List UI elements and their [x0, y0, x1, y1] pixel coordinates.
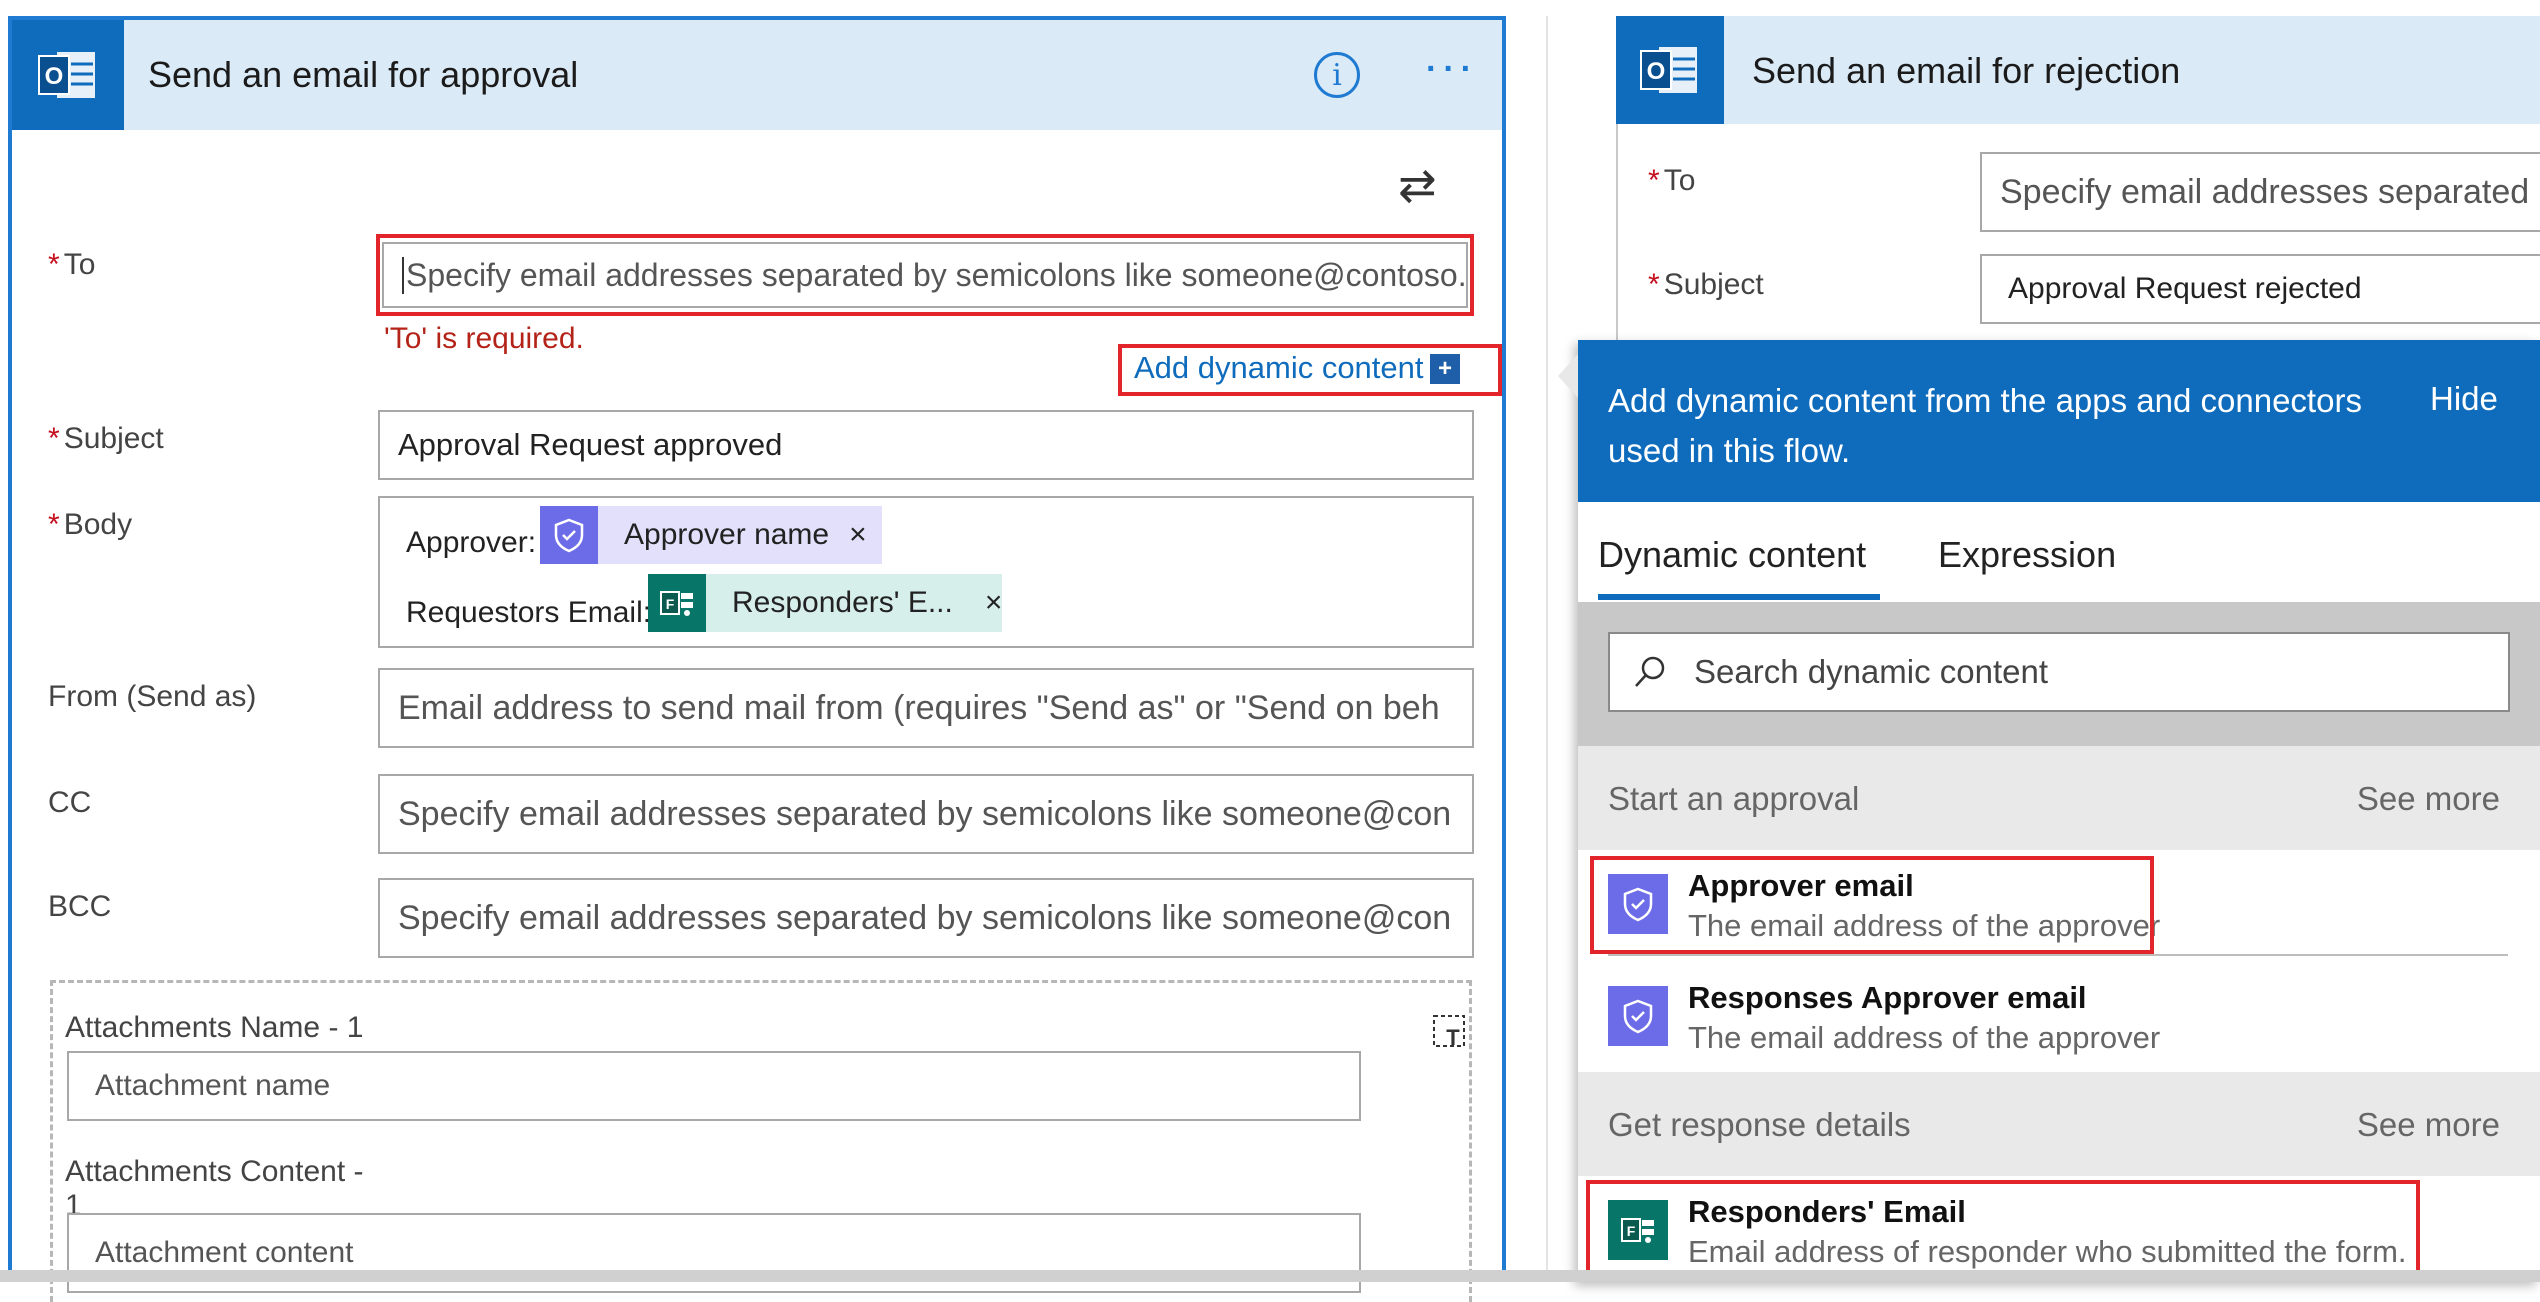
section-get-response-details: Get response details See more	[1578, 1072, 2540, 1176]
tab-expression[interactable]: Expression	[1938, 534, 2116, 576]
cc-label: CC	[48, 786, 92, 819]
close-icon[interactable]: ×	[849, 518, 867, 552]
attachment-name-label: Attachments Name - 1	[65, 1011, 364, 1044]
approval-email-card: O Send an email for approval i ··· ⇄ * To…	[8, 16, 1506, 1302]
attachment-name-input[interactable]: Attachment name	[67, 1051, 1361, 1121]
responders-email-token[interactable]: F Responders' E... ×	[648, 574, 1002, 632]
card-title: Send an email for approval	[148, 54, 579, 95]
dynamic-item-responses-approver-email[interactable]: Responses Approver email The email addre…	[1578, 962, 2540, 1074]
add-dynamic-content-link[interactable]: Add dynamic content	[1134, 350, 1424, 386]
subject-input[interactable]: Approval Request rejected	[1980, 254, 2540, 324]
body-label: * Body	[48, 508, 133, 541]
svg-text:O: O	[1647, 58, 1666, 85]
svg-text:T: T	[1446, 1025, 1460, 1050]
cc-input[interactable]: Specify email addresses separated by sem…	[378, 774, 1474, 854]
from-input[interactable]: Email address to send mail from (require…	[378, 668, 1474, 748]
attachments-group: Attachments Name - 1 T Attachment name A…	[50, 980, 1472, 1302]
active-tab-indicator	[1598, 594, 1880, 600]
responders-email-highlight-box	[1586, 1180, 2420, 1280]
body-input[interactable]: Approver: Approver name × Requestors Ema…	[378, 496, 1474, 648]
dynamic-content-panel: Add dynamic content from the apps and co…	[1558, 340, 2540, 1282]
add-dynamic-plus-icon[interactable]: +	[1430, 354, 1460, 384]
to-highlight-box	[376, 234, 1474, 316]
approval-icon	[1608, 986, 1668, 1046]
search-input[interactable]: Search dynamic content	[1608, 632, 2510, 712]
svg-text:F: F	[666, 596, 675, 612]
to-input[interactable]: Specify email addresses separated b	[1980, 152, 2540, 232]
tab-dynamic-content[interactable]: Dynamic content	[1598, 534, 1866, 576]
responders-email-token-label: Responders' E...	[732, 586, 953, 619]
info-icon[interactable]: i	[1314, 52, 1360, 98]
see-more-link[interactable]: See more	[2357, 1106, 2500, 1144]
text-mode-icon[interactable]: T	[1431, 1011, 1469, 1050]
subject-label: * Subject	[48, 422, 164, 455]
hide-button[interactable]: Hide	[2430, 380, 2498, 418]
search-area: Search dynamic content	[1578, 602, 2540, 746]
attachment-content-label: Attachments Content -	[65, 1155, 364, 1188]
approver-name-token-label: Approver name	[624, 518, 830, 551]
section-title: Start an approval	[1608, 780, 1860, 817]
swap-icon[interactable]: ⇄	[1398, 158, 1437, 212]
card-header[interactable]: O Send an email for approval i ···	[12, 20, 1502, 130]
section-start-an-approval: Start an approval See more	[1578, 746, 2540, 850]
svg-text:O: O	[45, 63, 64, 90]
to-error-message: 'To' is required.	[384, 322, 584, 355]
outlook-icon: O	[1616, 16, 1724, 124]
card-header[interactable]: O Send an email for rejection	[1616, 16, 2540, 124]
subject-label: * Subject	[1648, 268, 1764, 301]
body-requestor-label: Requestors Email:	[406, 596, 652, 629]
approval-icon	[540, 506, 598, 564]
body-approver-label: Approver:	[406, 526, 537, 559]
dynamic-item-description: The email address of the approver	[1688, 1020, 2161, 1055]
to-label: * To	[48, 248, 96, 281]
search-placeholder: Search dynamic content	[1694, 653, 2049, 690]
dynamic-item-title: Responses Approver email	[1688, 980, 2087, 1015]
card-border	[1616, 124, 1618, 356]
item-divider	[1608, 954, 2508, 956]
from-label: From (Send as)	[48, 680, 257, 713]
dynamic-panel-header: Add dynamic content from the apps and co…	[1578, 340, 2540, 502]
forms-icon: F	[648, 574, 706, 632]
search-icon	[1632, 654, 1668, 690]
outlook-icon: O	[12, 20, 124, 130]
canvas-divider	[1546, 16, 1548, 1282]
bcc-label: BCC	[48, 890, 112, 923]
more-options-icon[interactable]: ···	[1426, 50, 1478, 89]
approver-name-token[interactable]: Approver name ×	[540, 506, 882, 564]
horizontal-scrollbar[interactable]	[0, 1270, 2540, 1282]
panel-pointer	[1558, 354, 1578, 398]
close-icon[interactable]: ×	[985, 586, 1003, 620]
approver-email-highlight-box	[1590, 856, 2154, 954]
bcc-input[interactable]: Specify email addresses separated by sem…	[378, 878, 1474, 958]
card-title: Send an email for rejection	[1752, 50, 2181, 91]
see-more-link[interactable]: See more	[2357, 780, 2500, 818]
to-label: * To	[1648, 164, 1696, 197]
dynamic-panel-header-text: Add dynamic content from the apps and co…	[1608, 382, 2362, 469]
subject-input[interactable]: Approval Request approved	[378, 410, 1474, 480]
section-title: Get response details	[1608, 1106, 1911, 1143]
